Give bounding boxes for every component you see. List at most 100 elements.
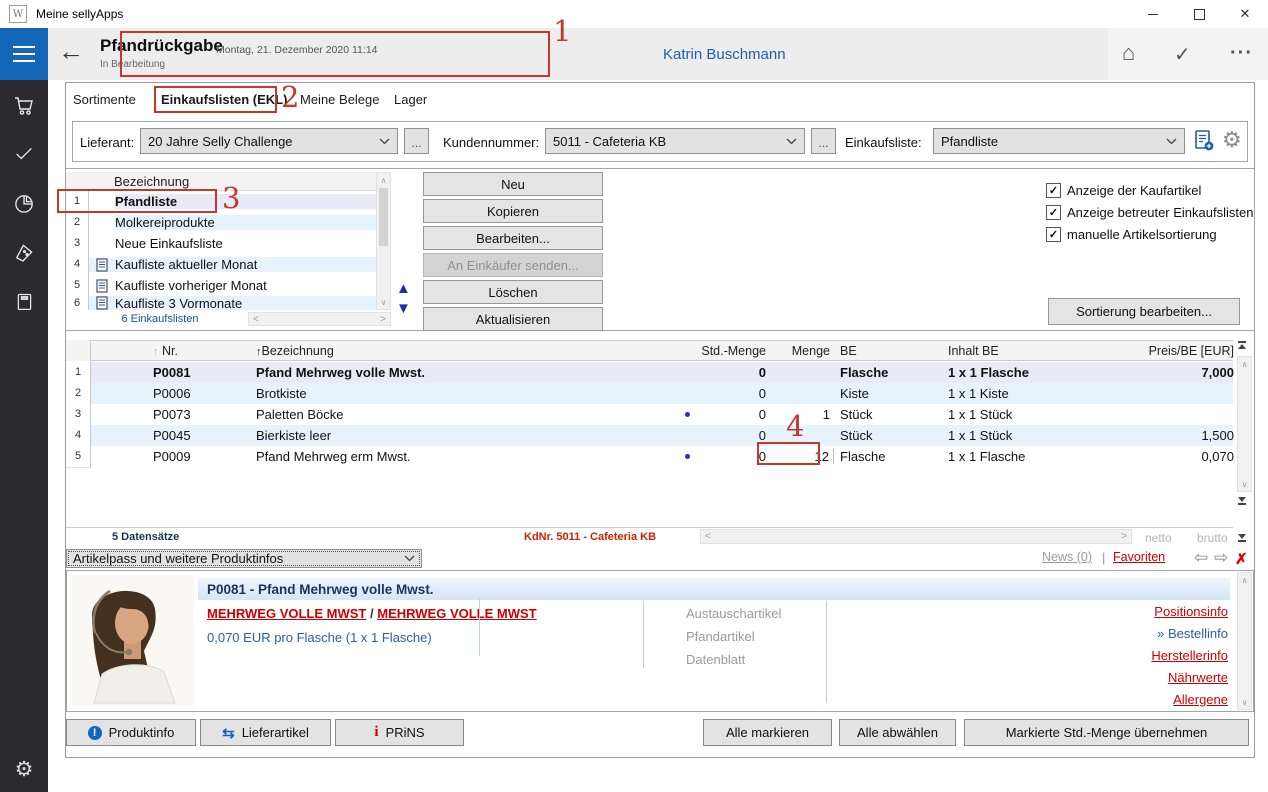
news-link[interactable]: News (0) — [1042, 550, 1092, 564]
detail-attr-austauschartikel: Austauschartikel — [686, 606, 781, 621]
warengruppe-link[interactable]: MEHRWEG VOLLE MWST — [207, 606, 366, 621]
table-header[interactable]: ↑ Nr. ↑Bezeichnung Std.-Menge Menge BE I… — [66, 340, 1233, 361]
col-inhalt-be[interactable]: Inhalt BE — [944, 344, 1066, 358]
col-bezeichnung[interactable]: ↑Bezeichnung — [256, 344, 679, 358]
list-row[interactable]: 4 Kaufliste aktueller Monat — [66, 254, 376, 275]
arrow-left-icon: ⇦ — [1194, 548, 1208, 567]
list-row[interactable]: 3 Neue Einkaufsliste — [66, 233, 376, 254]
untergruppe-link[interactable]: MEHRWEG VOLLE MWST — [377, 606, 536, 621]
checkbox-manuelle-sortierung[interactable]: ✓ manuelle Artikelsortierung — [1046, 227, 1217, 242]
list-row[interactable]: 2 Molkereiprodukte — [66, 212, 376, 233]
col-preis[interactable]: Preis/BE [EUR] — [1066, 344, 1234, 358]
sidebar-item-offers[interactable] — [0, 236, 48, 270]
checkbox-anzeige-kaufartikel[interactable]: ✓ Anzeige der Kaufartikel — [1046, 183, 1201, 198]
neu-button[interactable]: Neu — [423, 172, 603, 196]
naehrwerte-link[interactable]: Nährwerte — [1168, 670, 1228, 685]
hamburger-menu-button[interactable] — [0, 28, 48, 80]
scroll-to-bottom-button[interactable] — [1238, 497, 1246, 505]
uebernehmen-button[interactable]: Markierte Std.-Menge übernehmen — [964, 719, 1249, 746]
table-row[interactable]: 1 P0081 Pfand Mehrweg volle Mwst. 0 Flas… — [66, 362, 1233, 383]
brutto-toggle[interactable]: brutto — [1197, 531, 1228, 545]
sidebar-item-cart[interactable] — [0, 88, 48, 122]
new-list-button[interactable] — [1194, 129, 1215, 155]
lieferant-more-button[interactable]: ... — [404, 128, 429, 154]
einkaufsliste-select[interactable]: Pfandliste — [933, 128, 1185, 154]
positionsinfo-link[interactable]: Positionsinfo — [1154, 604, 1228, 619]
sync-icon: ⇆ — [222, 724, 235, 742]
table-vscrollbar[interactable]: ∧ ∨ — [1237, 356, 1252, 492]
scroll-up-icon[interactable]: ∧ — [377, 173, 390, 187]
produktinfo-button[interactable]: ! Produktinfo — [66, 719, 196, 746]
sidebar-item-journal[interactable] — [0, 284, 48, 318]
herstellerinfo-link[interactable]: Herstellerinfo — [1151, 648, 1228, 663]
bestellinfo-link[interactable]: » Bestellinfo — [1068, 626, 1228, 641]
scroll-down-icon[interactable]: ∨ — [377, 295, 390, 309]
detail-attr-datenblatt: Datenblatt — [686, 652, 745, 667]
list-settings-button[interactable]: ⚙ — [1222, 127, 1242, 153]
col-be[interactable]: BE — [834, 344, 944, 358]
sidebar-item-tasks[interactable] — [0, 136, 48, 170]
scroll-right-icon[interactable]: > — [1121, 531, 1127, 542]
list-vscrollbar[interactable]: ∧ ∨ — [376, 172, 391, 310]
alle-markieren-button[interactable]: Alle markieren — [703, 719, 832, 746]
table-row[interactable]: 2 P0006 Brotkiste 0 Kiste 1 x 1 Kiste — [66, 383, 1233, 404]
scroll-thumb[interactable] — [379, 188, 388, 246]
minimize-icon — [1148, 14, 1158, 15]
scroll-left-icon[interactable]: < — [253, 314, 259, 325]
close-infopanel-button[interactable]: ✗ — [1235, 550, 1248, 568]
table-row[interactable]: 4 P0045 Bierkiste leer 0 Stück 1 x 1 Stü… — [66, 425, 1233, 446]
loeschen-button[interactable]: Löschen — [423, 280, 603, 304]
list-row[interactable]: 5 Kaufliste vorheriger Monat — [66, 275, 376, 296]
kopieren-button[interactable]: Kopieren — [423, 199, 603, 223]
more-options-button[interactable]: ··· — [1230, 42, 1253, 65]
sidebar-item-settings[interactable]: ⚙ — [0, 752, 48, 786]
nav-previous-button[interactable]: ⇦ — [1194, 548, 1208, 568]
sidebar-item-statistics[interactable] — [0, 186, 48, 220]
bearbeiten-button[interactable]: Bearbeiten... — [423, 226, 603, 250]
alle-abwaehlen-button[interactable]: Alle abwählen — [839, 719, 956, 746]
detail-title: P0081 - Pfand Mehrweg volle Mwst. — [207, 582, 434, 597]
detail-divider — [643, 601, 644, 668]
lieferant-select[interactable]: 20 Jahre Selly Challenge — [140, 128, 398, 154]
netto-toggle[interactable]: netto — [1145, 531, 1172, 545]
scroll-down-icon[interactable]: ∨ — [1238, 477, 1251, 491]
favoriten-link[interactable]: Favoriten — [1113, 550, 1165, 564]
kundennummer-select[interactable]: 5011 - Cafeteria KB — [545, 128, 805, 154]
nav-next-button[interactable]: ⇨ — [1214, 548, 1228, 568]
table-hscrollbar[interactable]: < > — [700, 529, 1132, 544]
list-row[interactable]: 6 Kaufliste 3 Vormonate — [66, 296, 376, 310]
move-down-button[interactable]: ▼ — [396, 301, 411, 316]
scroll-left-icon[interactable]: < — [705, 531, 711, 542]
detail-price-line: 0,070 EUR pro Flasche (1 x 1 Flasche) — [207, 630, 432, 645]
scroll-right-icon[interactable]: > — [380, 314, 386, 325]
minimize-button[interactable] — [1130, 0, 1176, 28]
ellipsis-icon: ··· — [1230, 42, 1253, 64]
confirm-button[interactable]: ✓ — [1174, 42, 1191, 67]
aktualisieren-button[interactable]: Aktualisieren — [423, 307, 603, 331]
prins-button[interactable]: i PRiNS — [335, 719, 464, 746]
col-nr[interactable]: ↑ Nr. — [153, 344, 256, 358]
scroll-down-icon[interactable]: ∨ — [1238, 695, 1251, 709]
jump-down-button[interactable] — [1238, 534, 1246, 542]
lieferartikel-button[interactable]: ⇆ Lieferartikel — [200, 719, 331, 746]
move-up-button[interactable]: ▲ — [396, 281, 411, 296]
detail-vscrollbar[interactable]: ∧ ∨ — [1237, 572, 1252, 710]
allergene-link[interactable]: Allergene — [1173, 692, 1228, 707]
close-button[interactable]: ✕ — [1222, 0, 1268, 28]
check-icon — [13, 142, 35, 164]
col-menge[interactable]: Menge — [766, 344, 834, 358]
table-row[interactable]: 5 P0009 Pfand Mehrweg erm Mwst. 0 12 Fla… — [66, 446, 1233, 467]
kundennummer-more-button[interactable]: ... — [811, 128, 836, 154]
col-std-menge[interactable]: Std.-Menge — [696, 344, 766, 358]
maximize-button[interactable] — [1176, 0, 1222, 28]
home-button[interactable]: ⌂ — [1122, 40, 1135, 66]
infopanel-select[interactable]: Artikelpass und weitere Produktinfos — [66, 549, 422, 568]
scroll-up-icon[interactable]: ∧ — [1238, 357, 1251, 371]
scroll-to-top-button[interactable] — [1238, 341, 1246, 349]
scroll-up-icon[interactable]: ∧ — [1238, 573, 1251, 587]
list-hscrollbar[interactable]: < > — [248, 312, 391, 326]
sortierung-bearbeiten-button[interactable]: Sortierung bearbeiten... — [1048, 298, 1240, 325]
checkbox-betreute-einkaufslisten[interactable]: ✓ Anzeige betreuter Einkaufslisten — [1046, 205, 1253, 220]
back-button[interactable]: ← — [58, 38, 84, 64]
table-row[interactable]: 3 P0073 Paletten Böcke 0 1 Stück 1 x 1 S… — [66, 404, 1233, 425]
